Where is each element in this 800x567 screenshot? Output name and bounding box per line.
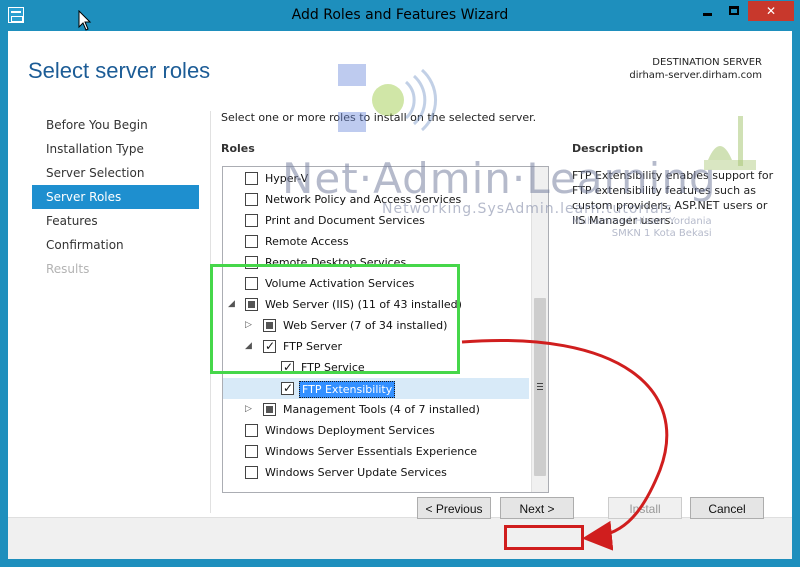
nav-item-results: Results (46, 262, 90, 276)
next-button[interactable]: Next > (500, 497, 574, 519)
role-row-ftp-service[interactable]: FTP Service (223, 357, 529, 378)
role-row-windows-essentials[interactable]: Windows Server Essentials Experience (223, 441, 529, 462)
wizard-nav: Before You Begin Installation Type Serve… (32, 113, 199, 281)
role-label: Windows Deployment Services (265, 424, 435, 437)
install-button: Install (608, 497, 682, 519)
role-checkbox[interactable] (263, 403, 276, 416)
nav-item-server-selection[interactable]: Server Selection (32, 161, 199, 185)
role-checkbox[interactable] (263, 319, 276, 332)
role-checkbox[interactable] (245, 277, 258, 290)
role-label: FTP Service (301, 361, 365, 374)
role-row-remote-access[interactable]: Remote Access (223, 231, 529, 252)
mouse-pointer-icon (78, 10, 92, 31)
role-checkbox[interactable] (245, 256, 258, 269)
role-row-windows-deployment[interactable]: Windows Deployment Services (223, 420, 529, 441)
roles-scrollbar[interactable] (531, 167, 548, 492)
role-row-print-document[interactable]: Print and Document Services (223, 210, 529, 231)
role-row-windows-update[interactable]: Windows Server Update Services (223, 462, 529, 483)
role-label: Web Server (IIS) (11 of 43 installed) (265, 298, 462, 311)
roles-heading: Roles (221, 142, 255, 155)
nav-item-before-you-begin[interactable]: Before You Begin (32, 113, 199, 137)
role-label: Remote Access (265, 235, 349, 248)
role-row-remote-desktop[interactable]: Remote Desktop Services (223, 252, 529, 273)
maximize-button[interactable] (721, 1, 747, 21)
expanded-triangle-icon[interactable]: ◢ (228, 294, 238, 315)
collapsed-triangle-icon[interactable]: ▷ (245, 315, 255, 336)
nav-item-confirmation[interactable]: Confirmation (32, 233, 199, 257)
page-title: Select server roles (28, 58, 211, 83)
nav-item-features[interactable]: Features (32, 209, 199, 233)
role-label: Hyper-V (265, 172, 309, 185)
nav-divider (210, 111, 211, 513)
role-label: Remote Desktop Services (265, 256, 407, 269)
role-row-management-tools[interactable]: ▷ Management Tools (4 of 7 installed) (223, 399, 529, 420)
role-checkbox[interactable] (245, 298, 258, 311)
role-checkbox[interactable] (281, 379, 294, 397)
role-row-ftp-server[interactable]: ◢ FTP Server (223, 336, 529, 357)
description-text: FTP Extensibility enables support for FT… (572, 169, 774, 227)
role-checkbox[interactable] (245, 235, 258, 248)
role-row-web-server-sub[interactable]: ▷ Web Server (7 of 34 installed) (223, 315, 529, 336)
close-button[interactable]: ✕ (748, 1, 794, 21)
role-label: Web Server (7 of 34 installed) (283, 319, 448, 332)
role-checkbox[interactable] (245, 424, 258, 437)
role-row-web-server-iis[interactable]: ◢ Web Server (IIS) (11 of 43 installed) (223, 294, 529, 315)
scrollbar-thumb[interactable] (534, 298, 546, 476)
role-checkbox[interactable] (281, 358, 294, 376)
destination-server-label: DESTINATION SERVER (652, 57, 762, 68)
role-checkbox[interactable] (245, 445, 258, 458)
grip-icon (537, 383, 543, 390)
minimize-button[interactable] (694, 1, 720, 21)
minimize-icon (703, 13, 712, 16)
role-checkbox[interactable] (245, 193, 258, 206)
role-label: Windows Server Essentials Experience (265, 445, 478, 458)
expanded-triangle-icon[interactable]: ◢ (245, 336, 255, 357)
intro-text: Select one or more roles to install on t… (221, 111, 537, 124)
role-label: FTP Server (283, 340, 343, 353)
cancel-button[interactable]: Cancel (690, 497, 764, 519)
roles-tree[interactable]: Hyper-V Network Policy and Access Servic… (222, 166, 549, 493)
nav-item-installation-type[interactable]: Installation Type (32, 137, 199, 161)
wizard-footer (8, 517, 792, 559)
role-row-ftp-extensibility[interactable]: FTP Extensibility (223, 378, 529, 399)
window-title: Add Roles and Features Wizard (291, 7, 509, 23)
role-label: Management Tools (4 of 7 installed) (283, 403, 480, 416)
title-bar[interactable]: Add Roles and Features Wizard ✕ (0, 0, 800, 31)
role-checkbox[interactable] (245, 172, 258, 185)
role-row-network-policy[interactable]: Network Policy and Access Services (223, 189, 529, 210)
role-label: FTP Extensibility (299, 381, 396, 398)
role-checkbox[interactable] (245, 214, 258, 227)
destination-server-name: dirham-server.dirham.com (629, 70, 762, 81)
previous-button[interactable]: < Previous (417, 497, 491, 519)
description-heading: Description (572, 142, 644, 155)
wizard-client-area: Select server roles DESTINATION SERVER d… (8, 31, 792, 559)
collapsed-triangle-icon[interactable]: ▷ (245, 399, 255, 420)
role-checkbox[interactable] (245, 466, 258, 479)
role-checkbox[interactable] (263, 337, 276, 355)
role-label: Print and Document Services (265, 214, 425, 227)
wizard-window: Add Roles and Features Wizard ✕ Select s… (0, 0, 800, 567)
role-label: Volume Activation Services (265, 277, 415, 290)
role-label: Windows Server Update Services (265, 466, 447, 479)
nav-item-server-roles[interactable]: Server Roles (32, 185, 199, 209)
close-icon: ✕ (765, 4, 777, 18)
role-label: Network Policy and Access Services (265, 193, 462, 206)
role-row-hyper-v[interactable]: Hyper-V (223, 168, 529, 189)
maximize-icon (729, 6, 739, 15)
role-row-volume-activation[interactable]: Volume Activation Services (223, 273, 529, 294)
